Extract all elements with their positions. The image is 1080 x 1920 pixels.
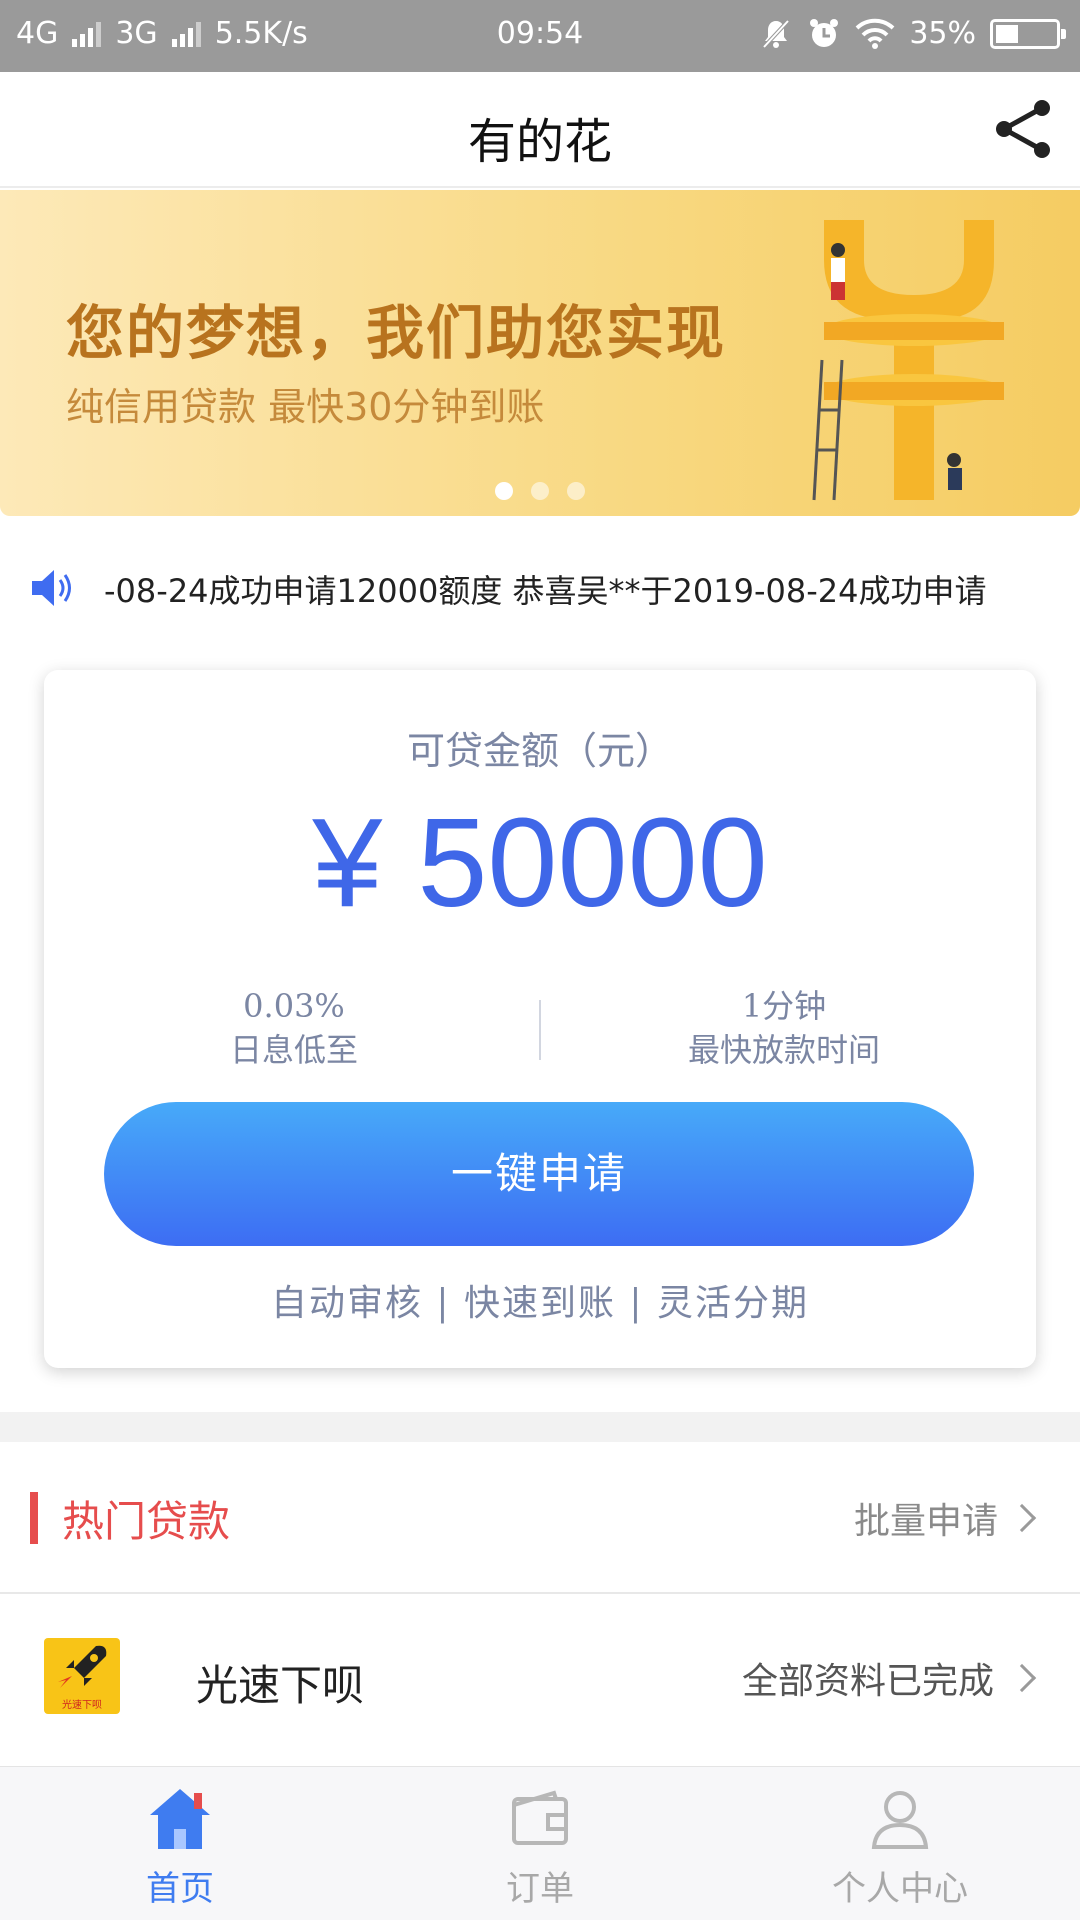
battery-icon — [990, 18, 1066, 49]
chevron-right-icon — [1007, 1663, 1037, 1693]
banner-headline: 您的梦想，我们助您实现 — [66, 299, 727, 367]
nav-item-home[interactable]: 首页 — [60, 1783, 300, 1910]
user-icon — [871, 1791, 929, 1849]
batch-apply-link[interactable]: 批量申请 — [854, 1492, 1040, 1544]
payout-time-label: 最快放款时间 — [687, 1031, 880, 1069]
product-name: 光速下呗 — [196, 1661, 365, 1710]
carousel-dots — [0, 482, 1080, 500]
loan-amount-label: 可贷金额（元） — [406, 729, 673, 773]
status-right: 35% — [759, 16, 1066, 51]
payout-time-stat: 1分钟 最快放款时间 — [574, 984, 994, 1072]
product-logo-text: 光速下呗 — [62, 1700, 102, 1711]
app-header: 有的花 — [0, 72, 1080, 188]
hot-loans-header: 热门贷款 批量申请 — [0, 1442, 1080, 1594]
nav-item-orders[interactable]: 订单 — [420, 1783, 660, 1910]
bottom-nav: 首页 订单 个人中心 — [0, 1766, 1080, 1920]
mute-bell-icon — [762, 19, 790, 48]
loan-card: 可贷金额（元） ¥ 50000 0.03% 日息低至 1分钟 最快放款时间 一键… — [44, 670, 1036, 1368]
batch-apply-label: 批量申请 — [853, 1501, 998, 1542]
product-logo: 光速下呗 — [44, 1638, 120, 1714]
status-bar: 4G 3G 5.5K/s 09:54 35% — [0, 0, 1080, 72]
battery-percent: 35% — [909, 16, 976, 51]
daily-rate-stat: 0.03% 日息低至 — [84, 984, 504, 1072]
announcement-marquee: -08-24成功申请12000额度 恭喜吴**于2019-08-24成功申请 — [0, 548, 1080, 628]
home-icon — [150, 1789, 210, 1849]
apply-button[interactable]: 一键申请 — [104, 1102, 974, 1246]
share-icon[interactable] — [988, 94, 1058, 164]
payout-time-value: 1分钟 — [741, 987, 827, 1025]
loan-amount-value: ¥ 50000 — [312, 792, 768, 933]
section-separator — [0, 1412, 1080, 1442]
carousel-dot[interactable] — [531, 482, 549, 500]
alarm-icon — [810, 18, 839, 47]
carousel-dot[interactable] — [495, 482, 513, 500]
daily-rate-value: 0.03% — [243, 987, 345, 1025]
promo-banner[interactable]: 您的梦想，我们助您实现 纯信用贷款 最快30分钟到账 — [0, 190, 1080, 516]
product-status: 全部资料已完成 — [742, 1652, 1040, 1704]
product-status-label: 全部资料已完成 — [741, 1661, 994, 1702]
card-features: 自动审核 | 快速到账 | 灵活分期 — [270, 1283, 810, 1324]
nav-label-profile: 个人中心 — [832, 1869, 968, 1909]
wallet-icon — [512, 1790, 568, 1845]
speaker-icon — [32, 570, 71, 606]
rocket-icon — [58, 1645, 107, 1688]
hot-loans-title: 热门贷款 — [62, 1497, 231, 1546]
nav-item-profile[interactable]: 个人中心 — [780, 1783, 1020, 1910]
daily-rate-label: 日息低至 — [229, 1031, 358, 1069]
page-title: 有的花 — [467, 114, 612, 170]
yuan-illustration-icon — [812, 220, 1004, 501]
marquee-text: -08-24成功申请12000额度 恭喜吴**于2019-08-24成功申请 — [104, 572, 987, 610]
section-accent-bar — [30, 1492, 38, 1544]
carousel-dot[interactable] — [567, 482, 585, 500]
list-item[interactable]: 光速下呗 光速下呗 全部资料已完成 — [0, 1594, 1080, 1766]
banner-subline: 纯信用贷款 最快30分钟到账 — [66, 385, 545, 429]
nav-label-home: 首页 — [146, 1869, 214, 1909]
chevron-right-icon — [1007, 1503, 1037, 1533]
wifi-icon — [855, 18, 895, 49]
stat-divider — [539, 1000, 541, 1060]
nav-label-orders: 订单 — [506, 1869, 574, 1909]
